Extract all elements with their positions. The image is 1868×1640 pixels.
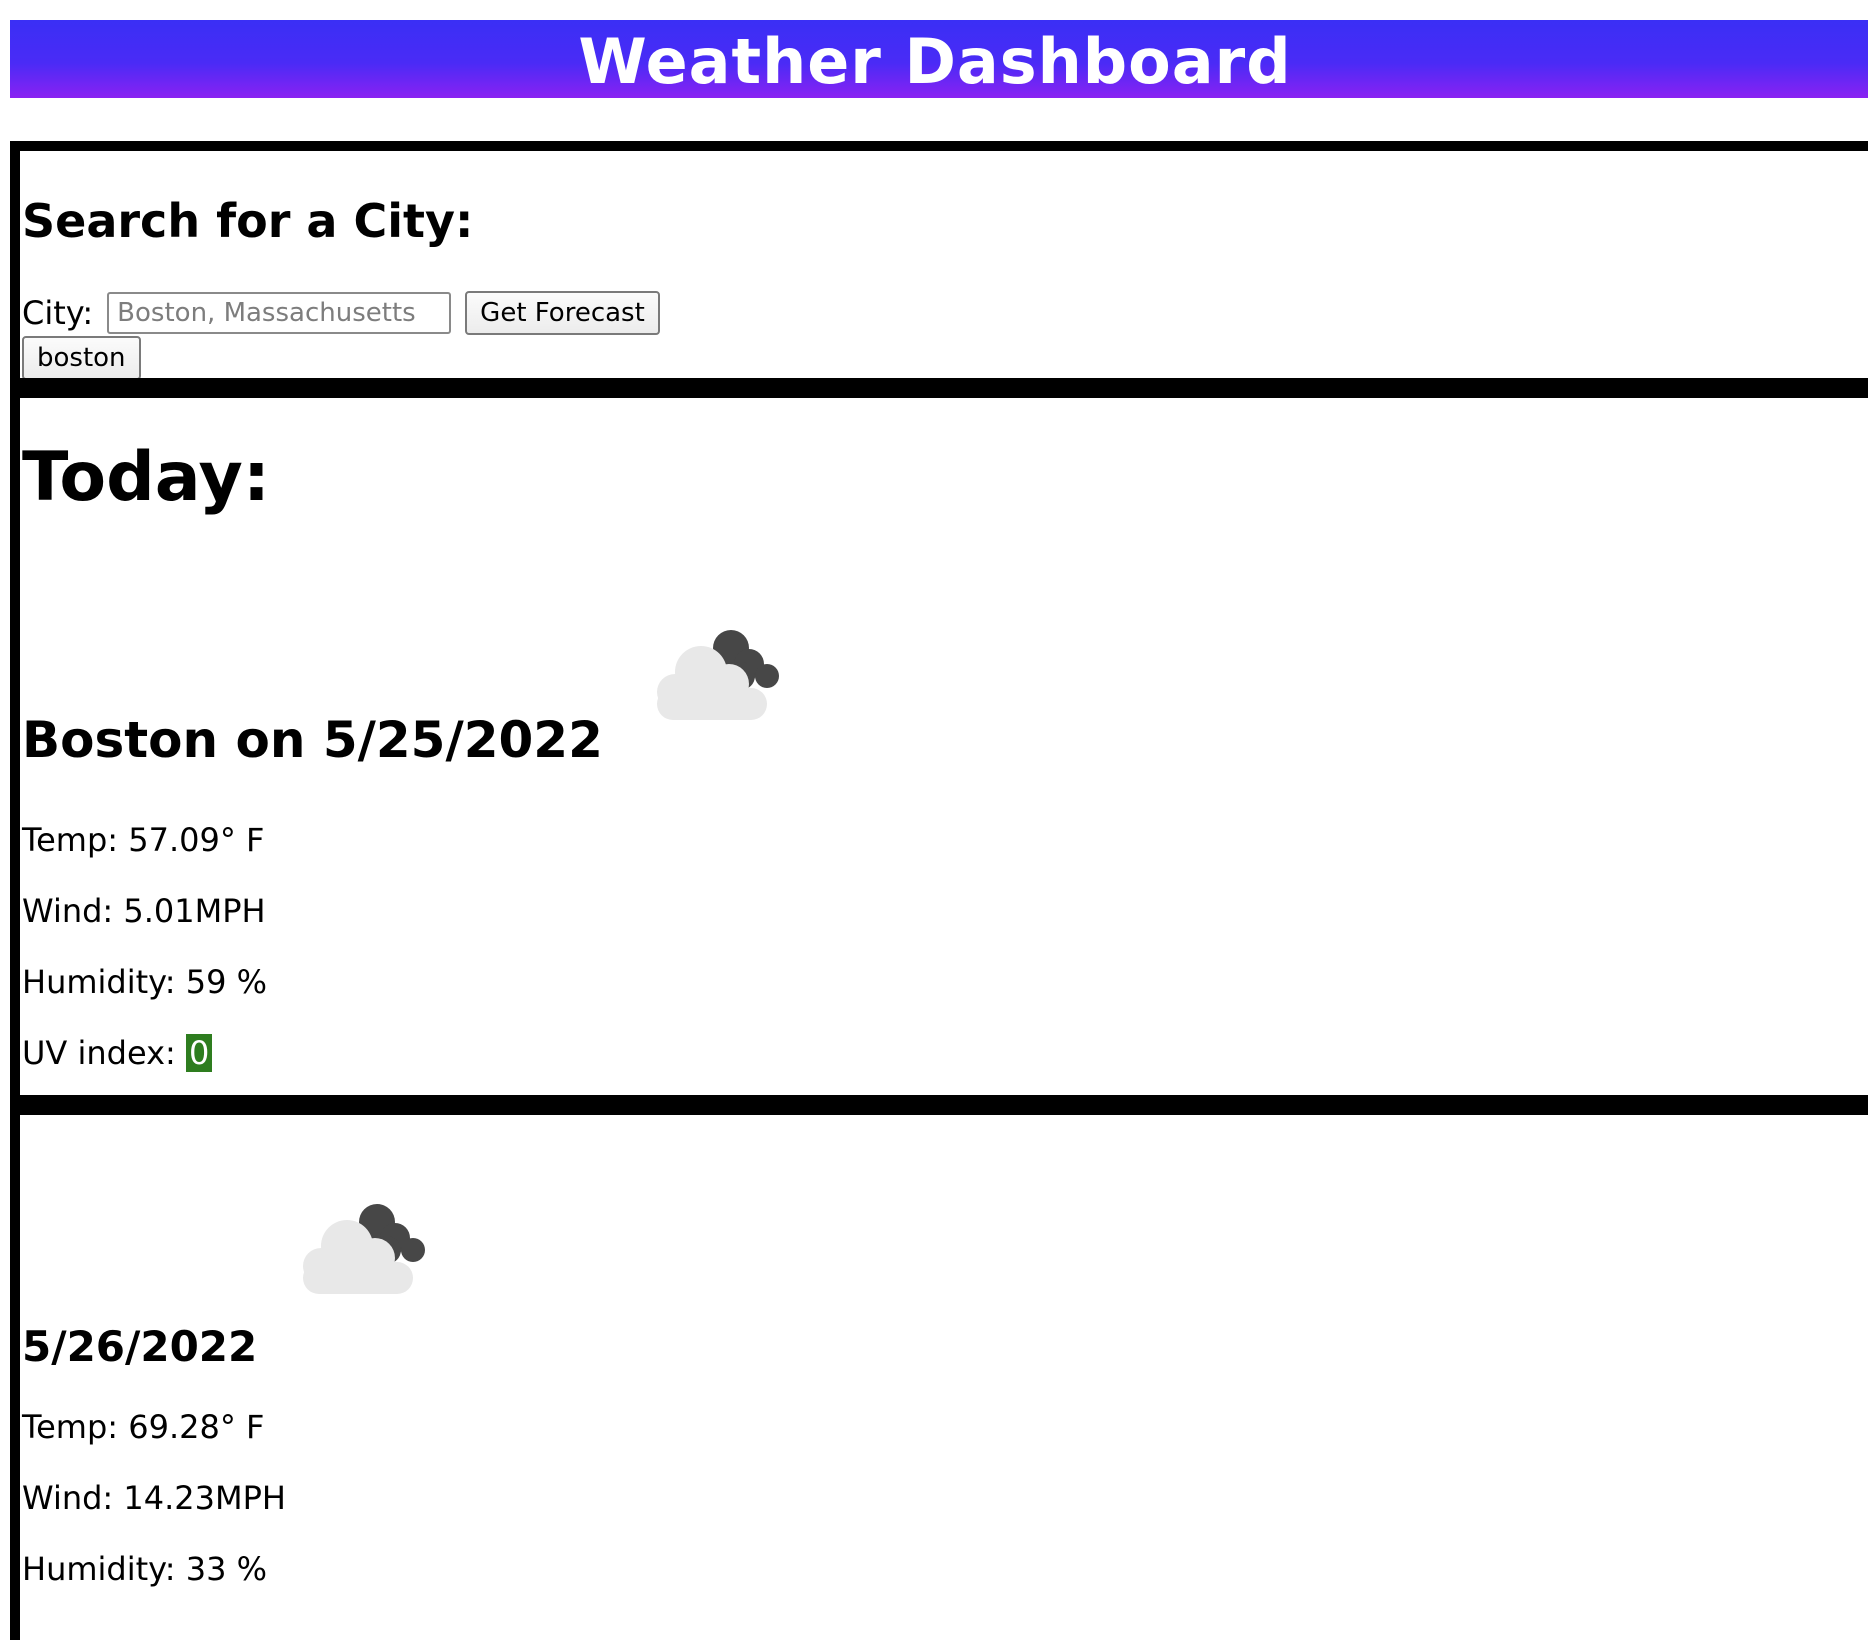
today-humidity: Humidity: 59 % — [22, 963, 268, 1001]
city-search-row: City: Get Forecast — [22, 291, 660, 335]
uv-label: UV index: — [22, 1034, 176, 1072]
forecast-date: 5/26/2022 — [22, 1322, 258, 1371]
city-input[interactable] — [107, 292, 452, 334]
today-panel: Today: Boston on 5/25/2022 Temp: 57.09° … — [10, 378, 1868, 1096]
forecast-wind: Wind: 14.23MPH — [22, 1479, 286, 1517]
get-forecast-button[interactable]: Get Forecast — [465, 291, 660, 335]
today-uv-row: UV index: 0 — [22, 1033, 213, 1073]
search-panel: Search for a City: City: Get Forecast bo… — [10, 141, 1868, 381]
today-temp: Temp: 57.09° F — [22, 821, 265, 859]
header-bar: Weather Dashboard — [10, 20, 1868, 98]
city-label: City: — [22, 294, 94, 332]
history-button-boston[interactable]: boston — [22, 336, 141, 380]
cloudy-night-icon — [657, 630, 779, 720]
uv-index-badge: 0 — [185, 1034, 213, 1072]
search-title: Search for a City: — [22, 194, 474, 248]
forecast-panel: 5/26/2022 Temp: 69.28° F Wind: 14.23MPH … — [10, 1095, 1868, 1640]
today-wind: Wind: 5.01MPH — [22, 892, 266, 930]
today-title: Today: — [22, 438, 271, 517]
forecast-temp: Temp: 69.28° F — [22, 1408, 265, 1446]
forecast-humidity: Humidity: 33 % — [22, 1550, 268, 1588]
page-title: Weather Dashboard — [578, 25, 1292, 98]
city-date-heading: Boston on 5/25/2022 — [22, 711, 603, 769]
cloudy-night-icon — [303, 1204, 425, 1294]
